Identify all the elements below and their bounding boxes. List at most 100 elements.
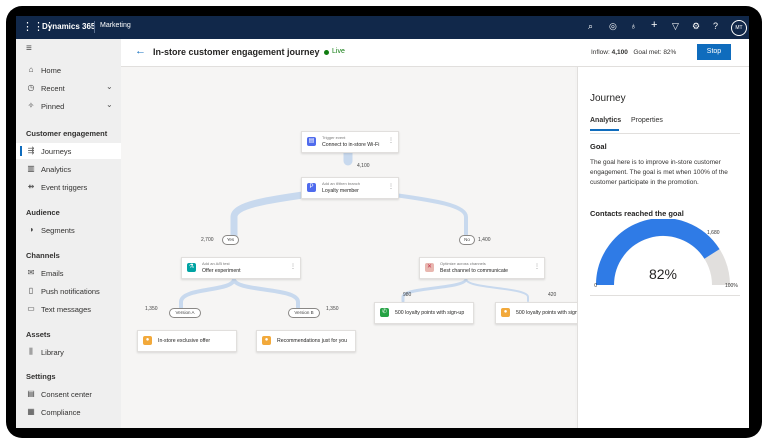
sidebar-item-label: Journeys xyxy=(41,147,72,156)
gauge-min: 0 xyxy=(594,283,597,289)
sidebar-item-label: Pinned xyxy=(41,102,65,111)
sidebar-item-label: Event triggers xyxy=(41,183,88,192)
flow-count: 4,100 xyxy=(357,163,370,169)
sidebar-item-push-notifications[interactable]: ▯ Push notifications xyxy=(16,283,121,299)
ab-test-card[interactable]: ⚗ Add an A/B test Offer experiment ⋮ xyxy=(181,257,301,279)
filter-icon[interactable]: ▽ xyxy=(672,21,679,32)
trigger-icon: ⇻ xyxy=(27,182,35,191)
trigger-icon: ▤ xyxy=(307,137,316,146)
add-icon[interactable]: + xyxy=(651,19,657,31)
consent-icon: ▤ xyxy=(27,389,35,398)
sidebar-item-pinned[interactable]: ✧ Pinned ⌄ xyxy=(16,98,121,114)
action-card-recommendations[interactable]: ● Recommendations just for you xyxy=(256,330,356,352)
sidebar-item-compliance[interactable]: ▦ Compliance xyxy=(16,404,121,420)
sidebar-item-label: Text messages xyxy=(41,305,92,314)
goal-heading: Goal xyxy=(590,142,607,151)
page-title: In-store customer engagement journey xyxy=(153,47,320,57)
card-title: Connect to in-store Wi-Fi xyxy=(322,142,380,148)
journey-canvas[interactable]: ▤ Trigger event Connect to in-store Wi-F… xyxy=(121,67,595,428)
trigger-card[interactable]: ▤ Trigger event Connect to in-store Wi-F… xyxy=(301,131,399,153)
sidebar-item-journeys[interactable]: ⇶ Journeys xyxy=(16,143,121,159)
sidebar-item-emails[interactable]: ✉ Emails xyxy=(16,265,121,281)
section-title: Customer engagement xyxy=(26,129,108,138)
card-subtitle: Trigger event xyxy=(322,135,346,140)
help-icon[interactable]: ? xyxy=(713,21,718,31)
back-arrow-icon[interactable]: ← xyxy=(135,45,146,57)
sidebar-item-label: Analytics xyxy=(41,165,72,174)
sidebar-item-recent[interactable]: ◷ Recent ⌄ xyxy=(16,80,121,96)
sidebar-item-label: Recent xyxy=(41,84,65,93)
gauge-max: 100% xyxy=(725,283,738,289)
journey-icon: ⇶ xyxy=(27,146,35,155)
divider xyxy=(590,133,740,134)
journey-stats: Inflow: 4,100 Goal met: 82% xyxy=(591,49,676,56)
section-title: Audience xyxy=(26,208,60,217)
more-options-icon[interactable]: ⋮ xyxy=(534,263,540,270)
ab-test-icon: ⚗ xyxy=(187,263,196,272)
card-title: 500 loyalty points with sign-up xyxy=(395,310,465,316)
sidebar-item-label: Compliance xyxy=(41,408,81,417)
push-icon: ▯ xyxy=(28,286,34,295)
hamburger-icon[interactable]: ≡ xyxy=(26,43,32,54)
sidebar-item-segments[interactable]: ◑ Segments xyxy=(16,222,121,238)
tab-properties[interactable]: Properties xyxy=(631,117,663,124)
sidebar-item-text-messages[interactable]: ▭ Text messages xyxy=(16,301,121,317)
active-tab-indicator xyxy=(590,129,619,131)
gauge-value: 82% xyxy=(649,266,677,282)
yes-count: 2,700 xyxy=(201,237,214,243)
branch-card[interactable]: P Add an if/then branch Loyalty member ⋮ xyxy=(301,177,399,199)
settings-icon[interactable]: ⚙ xyxy=(692,21,700,32)
channel-right-count: 420 xyxy=(548,292,557,298)
avatar[interactable]: MT xyxy=(731,20,747,36)
more-options-icon[interactable]: ⋮ xyxy=(388,183,394,190)
journey-details-panel: Journey Analytics Properties Goal The go… xyxy=(577,67,749,428)
chevron-down-icon[interactable]: ⌄ xyxy=(106,82,113,91)
card-title: Recommendations just for you xyxy=(277,338,348,344)
sidebar: ≡ ⌂ Home ◷ Recent ⌄ ✧ Pinned ⌄ Customer … xyxy=(16,39,122,428)
panel-title: Journey xyxy=(590,93,626,104)
sms-icon: ▭ xyxy=(27,304,35,313)
offer-icon: ● xyxy=(143,336,152,345)
flow-connectors xyxy=(179,135,529,314)
area-name[interactable]: Marketing xyxy=(100,22,131,29)
library-icon: ⫼ xyxy=(29,347,33,356)
version-b-pill[interactable]: Version B xyxy=(288,308,320,318)
sidebar-item-home[interactable]: ⌂ Home xyxy=(16,62,121,78)
search-icon[interactable]: ⌕ xyxy=(588,21,593,32)
yes-branch-pill[interactable]: Yes xyxy=(222,235,239,245)
sidebar-item-analytics[interactable]: ▥ Analytics xyxy=(16,161,121,177)
sidebar-item-label: Emails xyxy=(41,269,64,278)
no-branch-pill[interactable]: No xyxy=(459,235,475,245)
target-icon[interactable]: ◎ xyxy=(609,21,617,32)
card-title: Loyalty member xyxy=(322,188,359,194)
more-options-icon[interactable]: ⋮ xyxy=(388,137,394,144)
more-options-icon[interactable]: ⋮ xyxy=(290,263,296,270)
optimize-icon: ✕ xyxy=(425,263,434,272)
live-status-dot xyxy=(324,50,329,55)
action-card-exclusive-offer[interactable]: ● In-store exclusive offer xyxy=(137,330,237,352)
status-badge: Live xyxy=(332,48,345,55)
app-name: Dynamics 365 xyxy=(42,22,96,31)
lightbulb-icon[interactable]: ♁ xyxy=(630,21,637,31)
whatsapp-icon: ✆ xyxy=(380,308,389,317)
card-title: Offer experiment xyxy=(202,268,241,274)
sidebar-item-library[interactable]: ⫼ Library xyxy=(16,344,121,360)
stop-button[interactable]: Stop xyxy=(697,44,731,60)
goal-value: 82% xyxy=(663,49,677,56)
optimize-card[interactable]: ✕ Optimize across channels Best channel … xyxy=(419,257,545,279)
channel-left-count: 980 xyxy=(403,292,412,298)
version-a-pill[interactable]: Version A xyxy=(169,308,201,318)
action-card-whatsapp[interactable]: ✆ 500 loyalty points with sign-up xyxy=(374,302,474,324)
clock-icon: ◷ xyxy=(27,83,35,92)
card-subtitle: Optimize across channels xyxy=(440,261,486,266)
sidebar-item-consent-center[interactable]: ▤ Consent center xyxy=(16,386,121,402)
sidebar-item-label: Library xyxy=(41,348,64,357)
section-title: Assets xyxy=(26,330,51,339)
tab-analytics[interactable]: Analytics xyxy=(590,117,621,124)
divider xyxy=(94,21,95,33)
app-window: ⋮ ⋮ ⋮ Dynamics 365 Marketing ⌕ ◎ ♁ + ▽ ⚙ ?… xyxy=(16,16,749,428)
gauge-target: 1,680 xyxy=(707,230,720,236)
sidebar-item-event-triggers[interactable]: ⇻ Event triggers xyxy=(16,179,121,195)
chevron-down-icon[interactable]: ⌄ xyxy=(106,100,113,109)
sidebar-item-label: Home xyxy=(41,66,62,75)
